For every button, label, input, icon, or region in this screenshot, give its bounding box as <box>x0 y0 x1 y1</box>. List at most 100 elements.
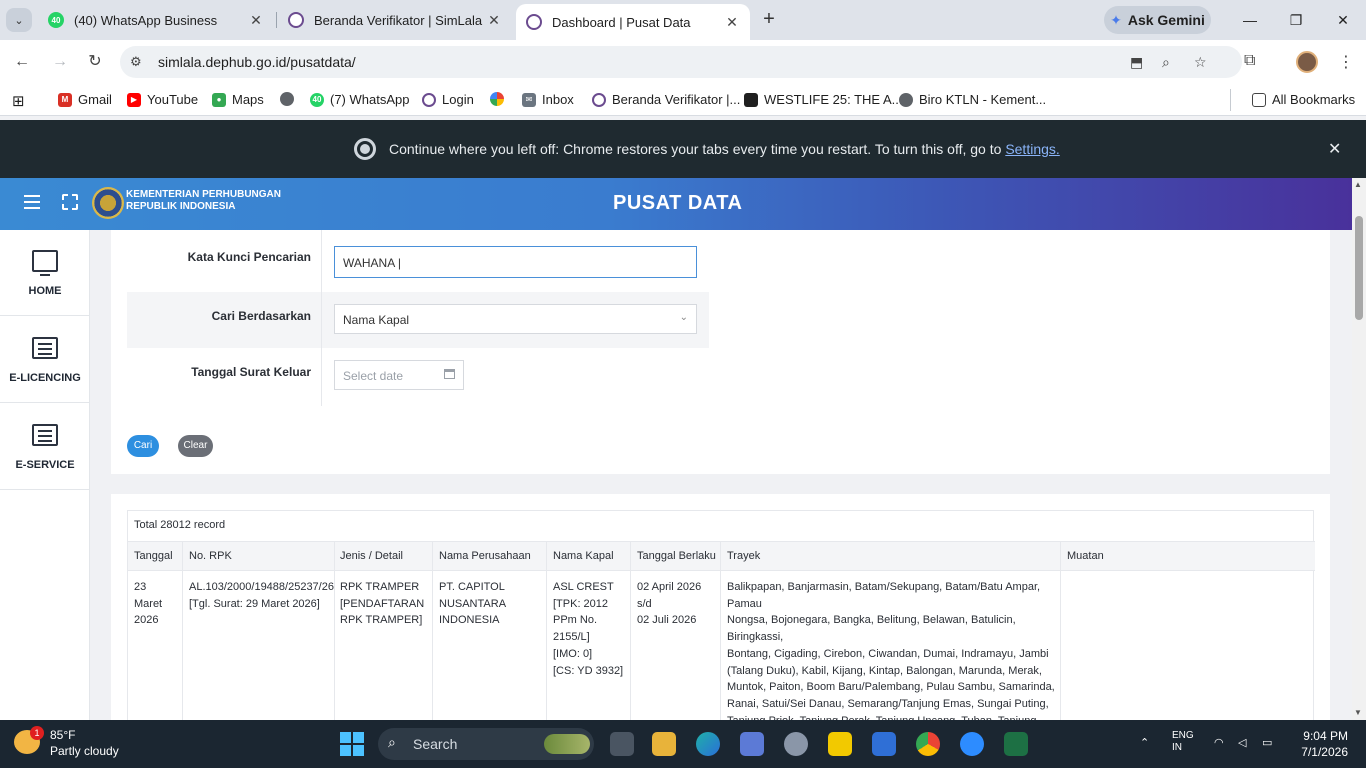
globe-icon <box>899 92 913 107</box>
zoom-icon[interactable]: ⌕ <box>1162 54 1170 71</box>
page-scrollbar[interactable]: ▲ ▼ <box>1352 178 1366 720</box>
clock[interactable]: 9:04 PM 7/1/2026 <box>1298 728 1348 760</box>
globe-icon <box>526 14 542 30</box>
app-icon[interactable] <box>784 732 808 756</box>
bookmark-gmail[interactable]: M Gmail <box>58 92 112 107</box>
app-icon[interactable] <box>872 732 896 756</box>
forward-icon[interactable]: → <box>48 50 72 74</box>
ask-gemini-label: Ask Gemini <box>1127 12 1205 28</box>
bookmark-label: Login <box>442 92 474 107</box>
taskbar-search[interactable]: ⌕ Search <box>378 728 594 760</box>
date-picker-input[interactable]: Select date <box>334 360 464 390</box>
column-divider <box>630 541 631 720</box>
menu-kebab-icon[interactable]: ⋮ <box>1338 52 1354 72</box>
form-divider <box>321 230 322 406</box>
profile-avatar[interactable] <box>1296 51 1318 73</box>
close-infobar-icon[interactable]: ✕ <box>1328 139 1341 159</box>
excel-icon[interactable] <box>1004 732 1028 756</box>
close-tab-icon[interactable]: ✕ <box>724 14 740 31</box>
tab-whatsapp[interactable]: 40 (40) WhatsApp Business ✕ <box>38 4 274 36</box>
tab-simlala[interactable]: Beranda Verifikator | SimLala ✕ <box>278 4 512 36</box>
volume-icon[interactable]: ◁ <box>1238 736 1246 749</box>
bookmark-whatsapp[interactable]: 40 (7) WhatsApp <box>310 92 409 107</box>
hamburger-menu-icon[interactable] <box>24 195 40 209</box>
search-by-select[interactable]: Nama Kapal ⌄ <box>334 304 697 334</box>
sidebar-item-label: E-LICENCING <box>9 372 81 384</box>
search-placeholder: Search <box>413 736 458 752</box>
folder-icon <box>1252 92 1266 107</box>
site-header: KEMENTERIAN PERHUBUNGAN REPUBLIK INDONES… <box>0 178 1352 230</box>
tab-search-button[interactable]: ⌄ <box>6 8 32 32</box>
sidebar-item-label: HOME <box>28 285 62 297</box>
keyword-input[interactable]: WAHANA | <box>334 246 697 278</box>
close-tab-icon[interactable]: ✕ <box>486 12 502 29</box>
weather-temperature[interactable]: 85°F <box>50 728 75 742</box>
tab-pusat-data[interactable]: Dashboard | Pusat Data ✕ <box>516 4 750 40</box>
file-explorer-icon[interactable] <box>652 732 676 756</box>
wifi-icon[interactable]: ◠ <box>1214 736 1224 749</box>
search-by-value: Nama Kapal <box>343 313 410 327</box>
zoom-icon[interactable] <box>960 732 984 756</box>
minimize-icon[interactable]: — <box>1237 8 1263 32</box>
back-icon[interactable]: ← <box>10 50 34 74</box>
bookmark-label: Beranda Verifikator |... <box>612 92 741 107</box>
clear-button[interactable]: Clear <box>178 435 213 457</box>
bookmark-globe[interactable] <box>280 92 300 106</box>
bookmark-maps[interactable]: ● Maps <box>212 92 264 107</box>
sidebar-item-e-licencing[interactable]: E-LICENCING <box>0 317 90 403</box>
battery-icon[interactable]: ▭ <box>1262 736 1272 749</box>
bookmark-login[interactable]: Login <box>422 92 474 107</box>
column-divider <box>334 541 335 720</box>
search-button[interactable]: Cari <box>127 435 159 457</box>
new-tab-button[interactable]: + <box>758 8 780 30</box>
sticky-notes-icon[interactable] <box>828 732 852 756</box>
address-bar[interactable]: ⚙ simlala.dephub.go.id/pusatdata/ ⬒ ⌕ ☆ <box>120 46 1242 78</box>
apps-grid-icon[interactable]: ⊞ <box>12 92 25 110</box>
extensions-icon[interactable]: ⧉ <box>1244 52 1255 70</box>
chevron-down-icon: ⌄ <box>679 312 688 323</box>
keyword-label: Kata Kunci Pencarian <box>187 250 311 264</box>
bookmark-westlife[interactable]: WESTLIFE 25: THE A... <box>744 92 902 107</box>
ministry-logo <box>92 187 124 219</box>
restore-infobar: Continue where you left off: Chrome rest… <box>0 120 1366 178</box>
site-info-icon[interactable]: ⚙ <box>130 54 142 70</box>
maximize-icon[interactable]: ❐ <box>1283 8 1309 32</box>
bookmark-inbox[interactable]: ✉ Inbox <box>522 92 574 107</box>
bookmark-star-icon[interactable]: ☆ <box>1194 54 1207 71</box>
bookmark-biro-ktln[interactable]: Biro KTLN - Kement... <box>899 92 1046 107</box>
language-indicator[interactable]: ENG IN <box>1172 730 1194 754</box>
scroll-down-icon[interactable]: ▼ <box>1354 708 1362 717</box>
chevron-up-icon[interactable]: ⌃ <box>1140 736 1149 749</box>
browser-toolbar: ← → ↻ ⚙ simlala.dephub.go.id/pusatdata/ … <box>0 40 1366 84</box>
task-view-icon[interactable] <box>610 732 634 756</box>
inbox-icon: ✉ <box>522 92 536 107</box>
ask-gemini-button[interactable]: ✦ Ask Gemini <box>1104 6 1211 34</box>
start-button[interactable] <box>340 732 364 756</box>
cell-trayek: Balikpapan, Banjarmasin, Batam/Sekupang,… <box>727 581 1055 720</box>
bookmark-youtube[interactable]: ▶ YouTube <box>127 92 198 107</box>
scrollbar-thumb[interactable] <box>1355 216 1363 320</box>
chrome-icon[interactable] <box>916 732 940 756</box>
ministry-name: KEMENTERIAN PERHUBUNGAN REPUBLIK INDONES… <box>126 189 281 213</box>
settings-link[interactable]: Settings. <box>1005 141 1059 157</box>
install-app-icon[interactable]: ⬒ <box>1130 54 1143 71</box>
app-icon[interactable] <box>740 732 764 756</box>
edge-icon[interactable] <box>696 732 720 756</box>
weather-description[interactable]: Partly cloudy <box>50 744 119 758</box>
sidebar: HOME E-LICENCING E-SERVICE <box>0 230 90 720</box>
bookmark-label: (7) WhatsApp <box>330 92 410 107</box>
fullscreen-icon[interactable] <box>62 194 78 210</box>
infobar-message: Continue where you left off: Chrome rest… <box>389 141 1060 157</box>
tab-separator <box>276 12 277 28</box>
youtube-icon: ▶ <box>127 92 141 107</box>
reload-icon[interactable]: ↻ <box>83 50 107 74</box>
sidebar-item-e-service[interactable]: E-SERVICE <box>0 404 90 490</box>
all-bookmarks-folder[interactable]: All Bookmarks <box>1252 92 1355 107</box>
calendar-icon <box>444 369 455 379</box>
sidebar-item-home[interactable]: HOME <box>0 230 90 316</box>
bookmark-verifikator[interactable]: Beranda Verifikator |... <box>592 92 740 107</box>
scroll-up-icon[interactable]: ▲ <box>1354 180 1362 189</box>
close-window-icon[interactable]: ✕ <box>1330 8 1356 32</box>
bookmark-pinwheel[interactable] <box>490 92 510 106</box>
close-tab-icon[interactable]: ✕ <box>248 12 264 29</box>
